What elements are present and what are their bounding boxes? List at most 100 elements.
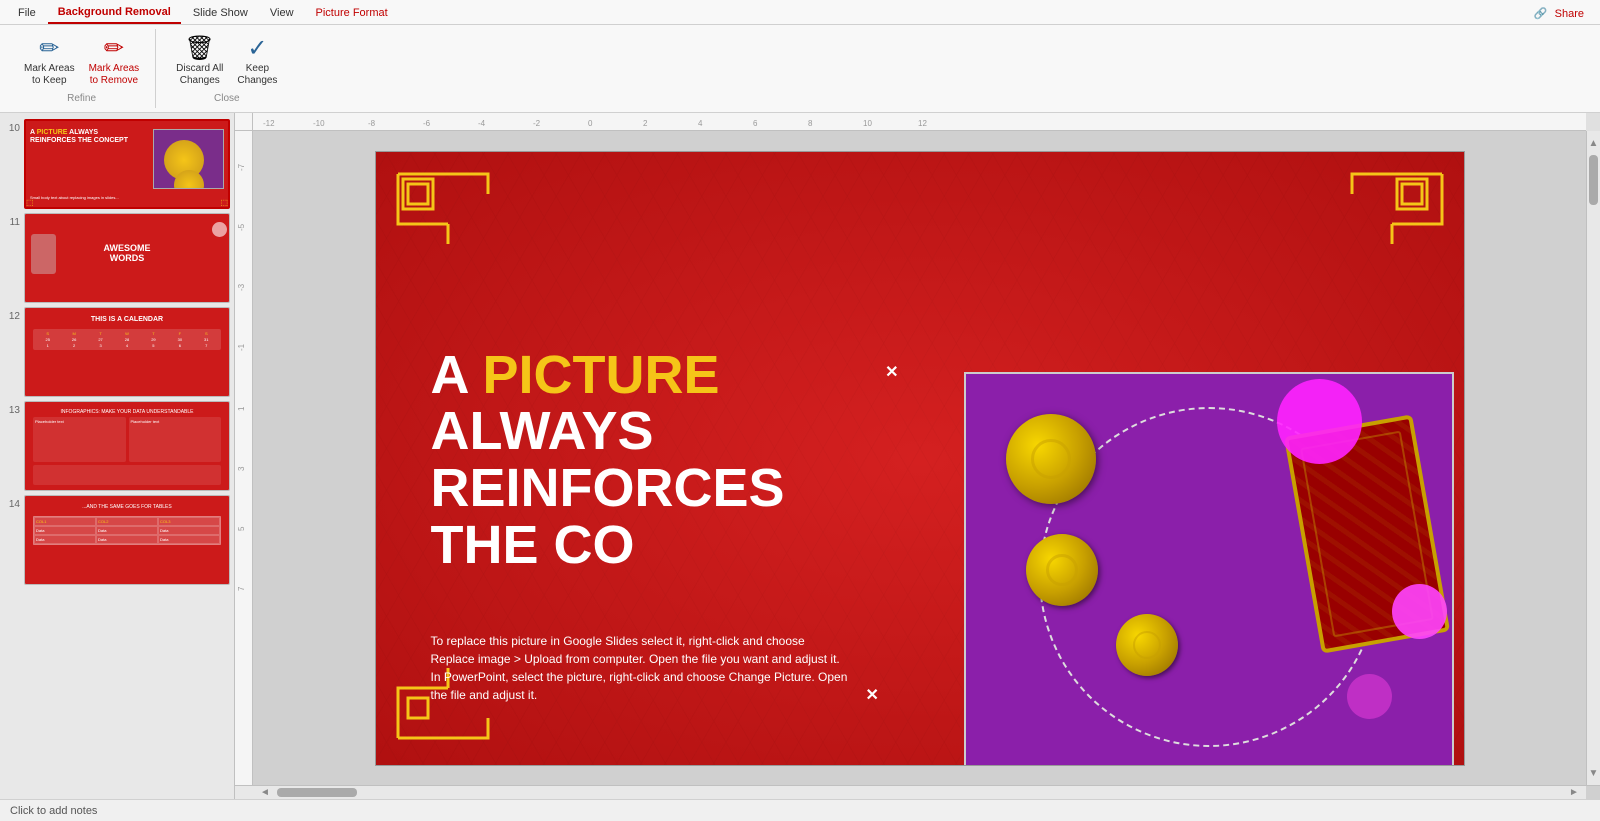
svg-text:4: 4 — [698, 119, 703, 128]
slide-num-11: 11 — [4, 217, 20, 228]
svg-text:-2: -2 — [533, 119, 541, 128]
share-button[interactable]: 🔗 Share — [1526, 3, 1592, 24]
scroll-left-arrow[interactable]: ◄ — [257, 788, 273, 797]
keep-changes-button[interactable]: ✓ KeepChanges — [231, 33, 283, 91]
ribbon-section-close: 🗑 Discard AllChanges ✓ KeepChanges Close — [160, 29, 293, 108]
slide-thumb-11[interactable]: 11 AWESOMEWORDS — [4, 213, 230, 303]
slide-thumb-13[interactable]: 13 INFOGRAPHICS: MAKE YOUR DATA UNDERSTA… — [4, 401, 230, 491]
title-reinforces: Reinforces the Co — [431, 458, 785, 575]
ribbon-section-refine: ✏ Mark Areasto Keep ✏ Mark Areasto Remov… — [8, 29, 156, 108]
slide-image-14[interactable]: ...AND THE SAME GOES FOR TABLES COL1 COL… — [24, 495, 230, 585]
slide-image-11[interactable]: AWESOMEWORDS — [24, 213, 230, 303]
svg-text:2: 2 — [643, 119, 648, 128]
svg-text:8: 8 — [808, 119, 813, 128]
vertical-ruler: -7 -5 -3 -1 1 3 5 7 — [235, 131, 253, 785]
title-always: Always — [431, 401, 654, 461]
svg-text:12: 12 — [918, 119, 927, 128]
status-notes[interactable]: Click to add notes — [10, 805, 97, 817]
scroll-right-arrow[interactable]: ► — [1566, 788, 1582, 797]
corner-decoration-tr — [1332, 164, 1452, 249]
coin-medium — [1026, 534, 1098, 606]
svg-text:10: 10 — [863, 119, 872, 128]
slide-thumb-14[interactable]: 14 ...AND THE SAME GOES FOR TABLES COL1 … — [4, 495, 230, 585]
tab-slideshow[interactable]: Slide Show — [183, 3, 258, 23]
discard-icon: 🗑 — [185, 37, 215, 61]
svg-text:1: 1 — [237, 406, 246, 411]
canvas-area: -12 -10 -8 -6 -4 -2 0 2 4 6 8 10 12 — [235, 113, 1600, 799]
ribbon: File Background Removal Slide Show View … — [0, 0, 1600, 113]
svg-text:-1: -1 — [237, 343, 246, 351]
mark-keep-icon: ✏ — [39, 37, 59, 61]
slide-panel: 10 A PICTURE ALWAYSREINFORCES THE CONCEP… — [0, 113, 235, 799]
ribbon-tab-bar: File Background Removal Slide Show View … — [0, 0, 1600, 25]
svg-text:-6: -6 — [423, 119, 431, 128]
coin-large — [1006, 414, 1096, 504]
tab-view[interactable]: View — [260, 3, 304, 23]
discard-all-changes-button[interactable]: 🗑 Discard AllChanges — [170, 33, 229, 91]
title-picture: Picture — [483, 345, 720, 405]
slide-image-13[interactable]: INFOGRAPHICS: MAKE YOUR DATA UNDERSTANDA… — [24, 401, 230, 491]
slide-num-14: 14 — [4, 499, 20, 510]
close-buttons: 🗑 Discard AllChanges ✓ KeepChanges — [170, 33, 283, 91]
scrollbar-corner — [1586, 113, 1600, 131]
magenta-blob-2 — [1392, 584, 1447, 639]
scroll-h-thumb[interactable] — [277, 788, 357, 797]
svg-text:-10: -10 — [313, 119, 325, 128]
mark-remove-label: Mark Areasto Remove — [89, 63, 140, 87]
remove-marker-1[interactable]: ✕ — [885, 362, 898, 382]
slide-scroll-area[interactable]: A Picture Always Reinforces the Co To re… — [253, 131, 1586, 785]
slide-num-12: 12 — [4, 311, 20, 322]
slide-image-12[interactable]: THIS IS A CALENDAR SMTWTFS 2526272829303… — [24, 307, 230, 397]
refine-section-label: Refine — [67, 91, 96, 104]
mark-remove-icon: ✏ — [104, 37, 124, 61]
refine-buttons: ✏ Mark Areasto Keep ✏ Mark Areasto Remov… — [18, 33, 145, 91]
slide-thumb-10[interactable]: 10 A PICTURE ALWAYSREINFORCES THE CONCEP… — [4, 119, 230, 209]
canvas-body: -7 -5 -3 -1 1 3 5 7 — [235, 131, 1600, 785]
mark-keep-label: Mark Areasto Keep — [24, 63, 75, 87]
keep-icon: ✓ — [247, 37, 267, 61]
ribbon-toolbar: ✏ Mark Areasto Keep ✏ Mark Areasto Remov… — [0, 25, 1600, 112]
svg-text:-5: -5 — [237, 223, 246, 231]
svg-text:-7: -7 — [237, 163, 246, 171]
slide-thumb-12[interactable]: 12 THIS IS A CALENDAR SMTWTFS 2526272829… — [4, 307, 230, 397]
main-area: 10 A PICTURE ALWAYSREINFORCES THE CONCEP… — [0, 113, 1600, 799]
status-bar: Click to add notes — [0, 799, 1600, 821]
discard-label: Discard AllChanges — [176, 63, 223, 87]
horizontal-scrollbar[interactable]: ◄ ► — [235, 785, 1600, 799]
slide-body-text: To replace this picture in Google Slides… — [431, 632, 851, 704]
svg-text:0: 0 — [588, 119, 593, 128]
slide-title: A Picture Always Reinforces the Co — [431, 347, 871, 574]
ruler-top: -12 -10 -8 -6 -4 -2 0 2 4 6 8 10 12 — [235, 113, 1600, 131]
mark-areas-keep-button[interactable]: ✏ Mark Areasto Keep — [18, 33, 81, 91]
svg-text:-4: -4 — [478, 119, 486, 128]
scroll-up-arrow[interactable]: ▲ — [1589, 135, 1598, 151]
tab-background-removal[interactable]: Background Removal — [48, 2, 181, 24]
vertical-scrollbar[interactable]: ▲ ▼ — [1586, 131, 1600, 785]
svg-text:6: 6 — [753, 119, 758, 128]
corner-decoration-tl — [388, 164, 508, 249]
mark-areas-remove-button[interactable]: ✏ Mark Areasto Remove — [83, 33, 146, 91]
coin-small — [1116, 614, 1178, 676]
remove-marker-2[interactable]: ✕ — [866, 685, 879, 705]
scroll-thumb[interactable] — [1589, 155, 1598, 205]
magenta-blob-1 — [1277, 379, 1362, 464]
svg-text:3: 3 — [237, 466, 246, 471]
tab-picture-format[interactable]: Picture Format — [306, 3, 398, 23]
share-icon: 🔗 — [1534, 8, 1548, 20]
keep-label: KeepChanges — [237, 63, 277, 87]
magenta-blob-3 — [1347, 674, 1392, 719]
scroll-down-arrow[interactable]: ▼ — [1589, 765, 1598, 781]
svg-text:-8: -8 — [368, 119, 376, 128]
slide-image-10[interactable]: A PICTURE ALWAYSREINFORCES THE CONCEPT S… — [24, 119, 230, 209]
tab-file[interactable]: File — [8, 3, 46, 23]
image-selection-container[interactable] — [964, 372, 1454, 766]
slide-num-13: 13 — [4, 405, 20, 416]
svg-text:-3: -3 — [237, 283, 246, 291]
slide-canvas: A Picture Always Reinforces the Co To re… — [375, 151, 1465, 766]
slide-num-10: 10 — [4, 123, 20, 134]
close-section-label: Close — [214, 91, 240, 104]
title-a: A — [431, 345, 483, 405]
svg-text:-12: -12 — [263, 119, 275, 128]
svg-text:5: 5 — [237, 526, 246, 531]
horizontal-ruler: -12 -10 -8 -6 -4 -2 0 2 4 6 8 10 12 — [253, 113, 1586, 131]
